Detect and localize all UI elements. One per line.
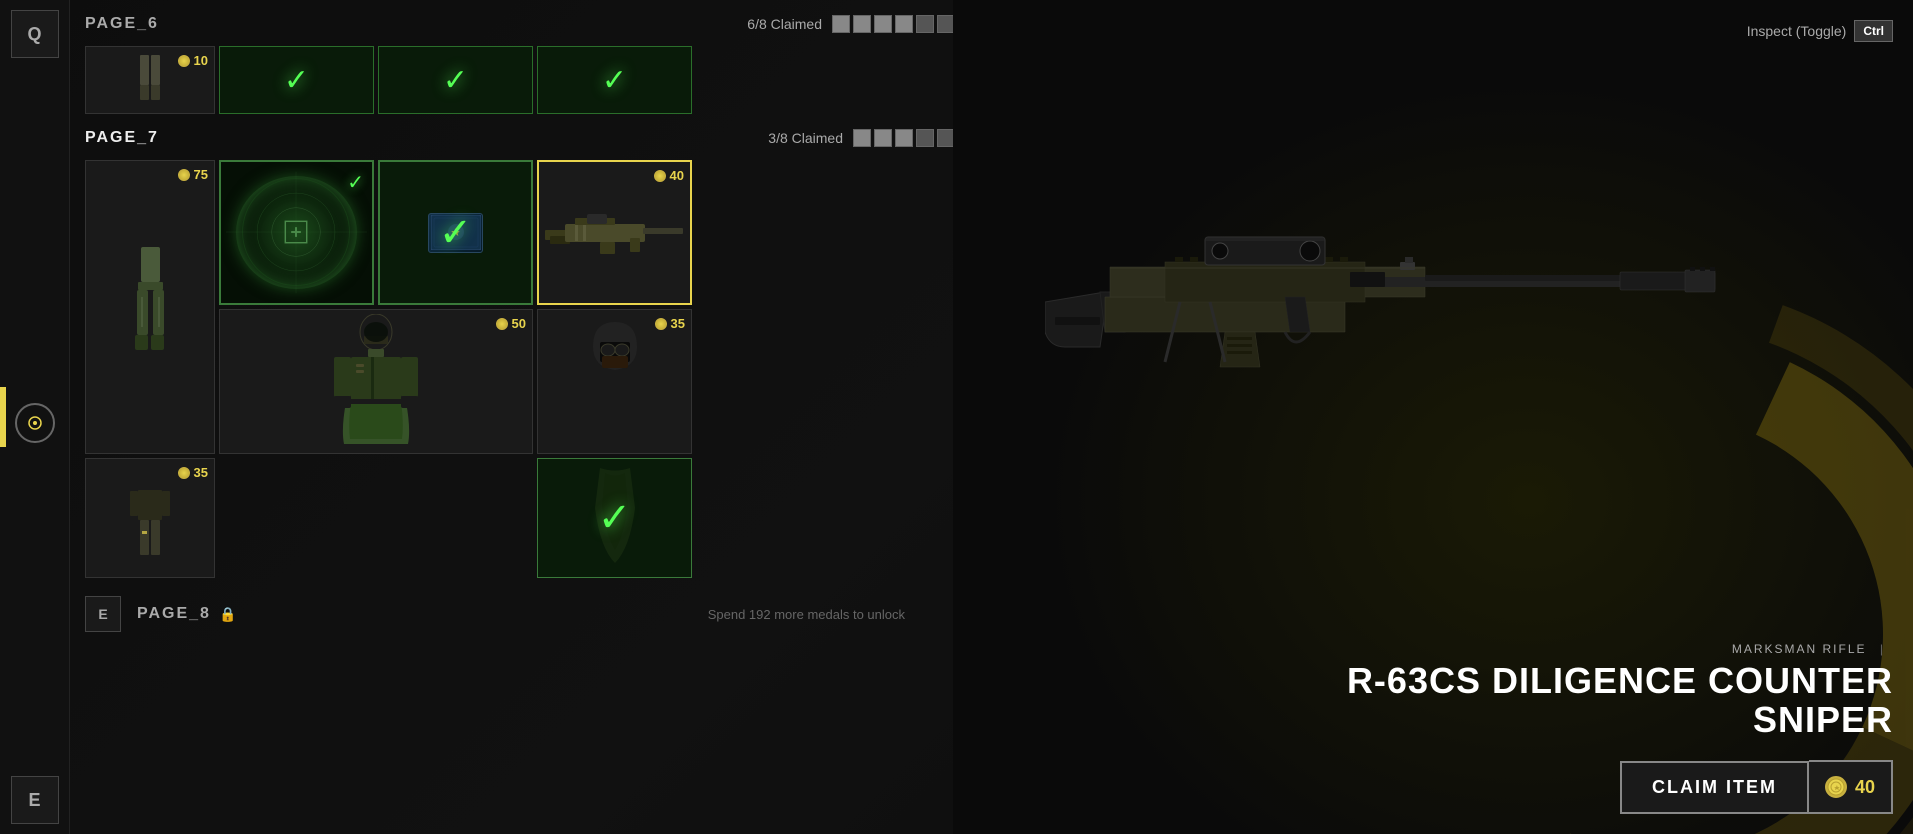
scroll-icon: [15, 403, 55, 443]
cape-visual-icon: [123, 247, 178, 367]
page7-row3-grid: 35: [85, 458, 955, 578]
claim-area: CLAIM ITEM 40: [1620, 760, 1893, 814]
rifle-cost: 40: [654, 168, 684, 183]
bust-cost: 35: [655, 316, 685, 331]
spray-check: ✓: [347, 170, 364, 195]
medal-icon: [496, 318, 508, 330]
page6-item3-check: ✓: [379, 47, 532, 113]
legs-icon: [135, 55, 165, 105]
claim-cost: 40: [1809, 760, 1893, 814]
medal-icon: [655, 318, 667, 330]
page6-item-4[interactable]: ✓: [537, 46, 692, 114]
page7-claimed-text: 3/8 Claimed: [768, 130, 843, 146]
page7-bust-item[interactable]: 35: [537, 309, 692, 454]
rifle-display-svg: [1045, 202, 1725, 382]
small-char-cost: 35: [178, 465, 208, 480]
ctrl-key: Ctrl: [1854, 20, 1893, 42]
medal-icon: [178, 169, 190, 181]
claim-item-button[interactable]: CLAIM ITEM: [1620, 761, 1809, 814]
page6-section: PAGE_6 6/8 Claimed: [85, 10, 955, 114]
content-area: PAGE_6 6/8 Claimed: [70, 0, 970, 834]
page7-progress-squares: [853, 129, 955, 147]
large-char-cost: 50: [496, 316, 526, 331]
inspect-toggle[interactable]: Inspect (Toggle) Ctrl: [1747, 20, 1893, 42]
page8-header: E PAGE_8 🔒 Spend 192 more medals to unlo…: [85, 588, 955, 640]
page6-claimed-text: 6/8 Claimed: [747, 16, 822, 32]
preview-panel: Inspect (Toggle) Ctrl: [953, 0, 1913, 834]
square-4: [895, 15, 913, 33]
page7-small-char-item[interactable]: 35: [85, 458, 215, 578]
p7-square-4: [916, 129, 934, 147]
page7-grid: 75: [85, 160, 955, 454]
page7-header: PAGE_7 3/8 Claimed: [85, 124, 955, 152]
p7-square-3: [895, 129, 913, 147]
rifle-display-container: [1045, 202, 1725, 382]
page6-grid: 10 ✓: [85, 46, 955, 114]
page6-item-2[interactable]: ✓: [219, 46, 374, 114]
claim-medal-icon: [1825, 776, 1847, 798]
page8-e-btn[interactable]: E: [85, 596, 121, 632]
large-char-icon: [316, 314, 436, 449]
square-1: [832, 15, 850, 33]
page7-title: PAGE_7: [85, 129, 159, 147]
card-check: ✓: [380, 162, 531, 303]
main-container: Q E PAGE_6 6/8 Claimed: [0, 0, 1913, 834]
page7-section: PAGE_7 3/8 Claimed: [85, 124, 955, 578]
page6-item2-check: ✓: [220, 47, 373, 113]
page6-progress-squares: [832, 15, 955, 33]
page6-item1-cost: 10: [178, 53, 208, 68]
page7-large-char-item[interactable]: 50: [219, 309, 533, 454]
page8-title: PAGE_8: [137, 605, 211, 623]
sidebar: Q E: [0, 0, 70, 834]
unlock-text: Spend 192 more medals to unlock: [708, 607, 905, 622]
p7-square-2: [874, 129, 892, 147]
square-5: [916, 15, 934, 33]
page6-item-3[interactable]: ✓: [378, 46, 533, 114]
cape-cost: 75: [178, 167, 208, 182]
square-2: [853, 15, 871, 33]
page6-item-1[interactable]: 10: [85, 46, 215, 114]
p7-square-1: [853, 129, 871, 147]
page6-claimed-info: 6/8 Claimed: [747, 15, 955, 33]
lock-icon: 🔒: [219, 606, 236, 623]
page7-claimed-info: 3/8 Claimed: [768, 129, 955, 147]
sidebar-bottom-button[interactable]: E: [11, 776, 59, 824]
page6-title: PAGE_6: [85, 15, 159, 33]
page6-item4-check: ✓: [538, 47, 691, 113]
page7-rifle-item[interactable]: 40: [537, 160, 692, 305]
sidebar-top-button[interactable]: Q: [11, 10, 59, 58]
page7-small-cape-item[interactable]: ✓: [537, 458, 692, 578]
page7-spray-item[interactable]: ✓: [219, 160, 374, 305]
medal-icon: [654, 170, 666, 182]
small-cape-check: ✓: [538, 459, 691, 577]
item-category: MARKSMAN RIFLE |: [1347, 642, 1893, 656]
item-name-line2: SNIPER: [1347, 700, 1893, 740]
page6-header: PAGE_6 6/8 Claimed: [85, 10, 955, 38]
item-info: MARKSMAN RIFLE | R-63CS DILIGENCE COUNTE…: [1347, 642, 1893, 740]
medal-icon: [178, 467, 190, 479]
page7-cape-item[interactable]: 75: [85, 160, 215, 454]
small-char-icon: [120, 466, 180, 571]
square-3: [874, 15, 892, 33]
page7-card-item[interactable]: ✓: [378, 160, 533, 305]
bust-icon: [565, 322, 665, 442]
inspect-label: Inspect (Toggle): [1747, 23, 1847, 39]
item-name-line1: R-63CS DILIGENCE COUNTER: [1347, 661, 1893, 701]
page7-empty-space: [219, 458, 533, 578]
medal-icon: [178, 55, 190, 67]
rifle-small-icon: [545, 208, 685, 258]
sidebar-indicator: [0, 387, 6, 447]
claim-cost-amount: 40: [1855, 777, 1875, 798]
page8-section: E PAGE_8 🔒 Spend 192 more medals to unlo…: [85, 588, 955, 640]
